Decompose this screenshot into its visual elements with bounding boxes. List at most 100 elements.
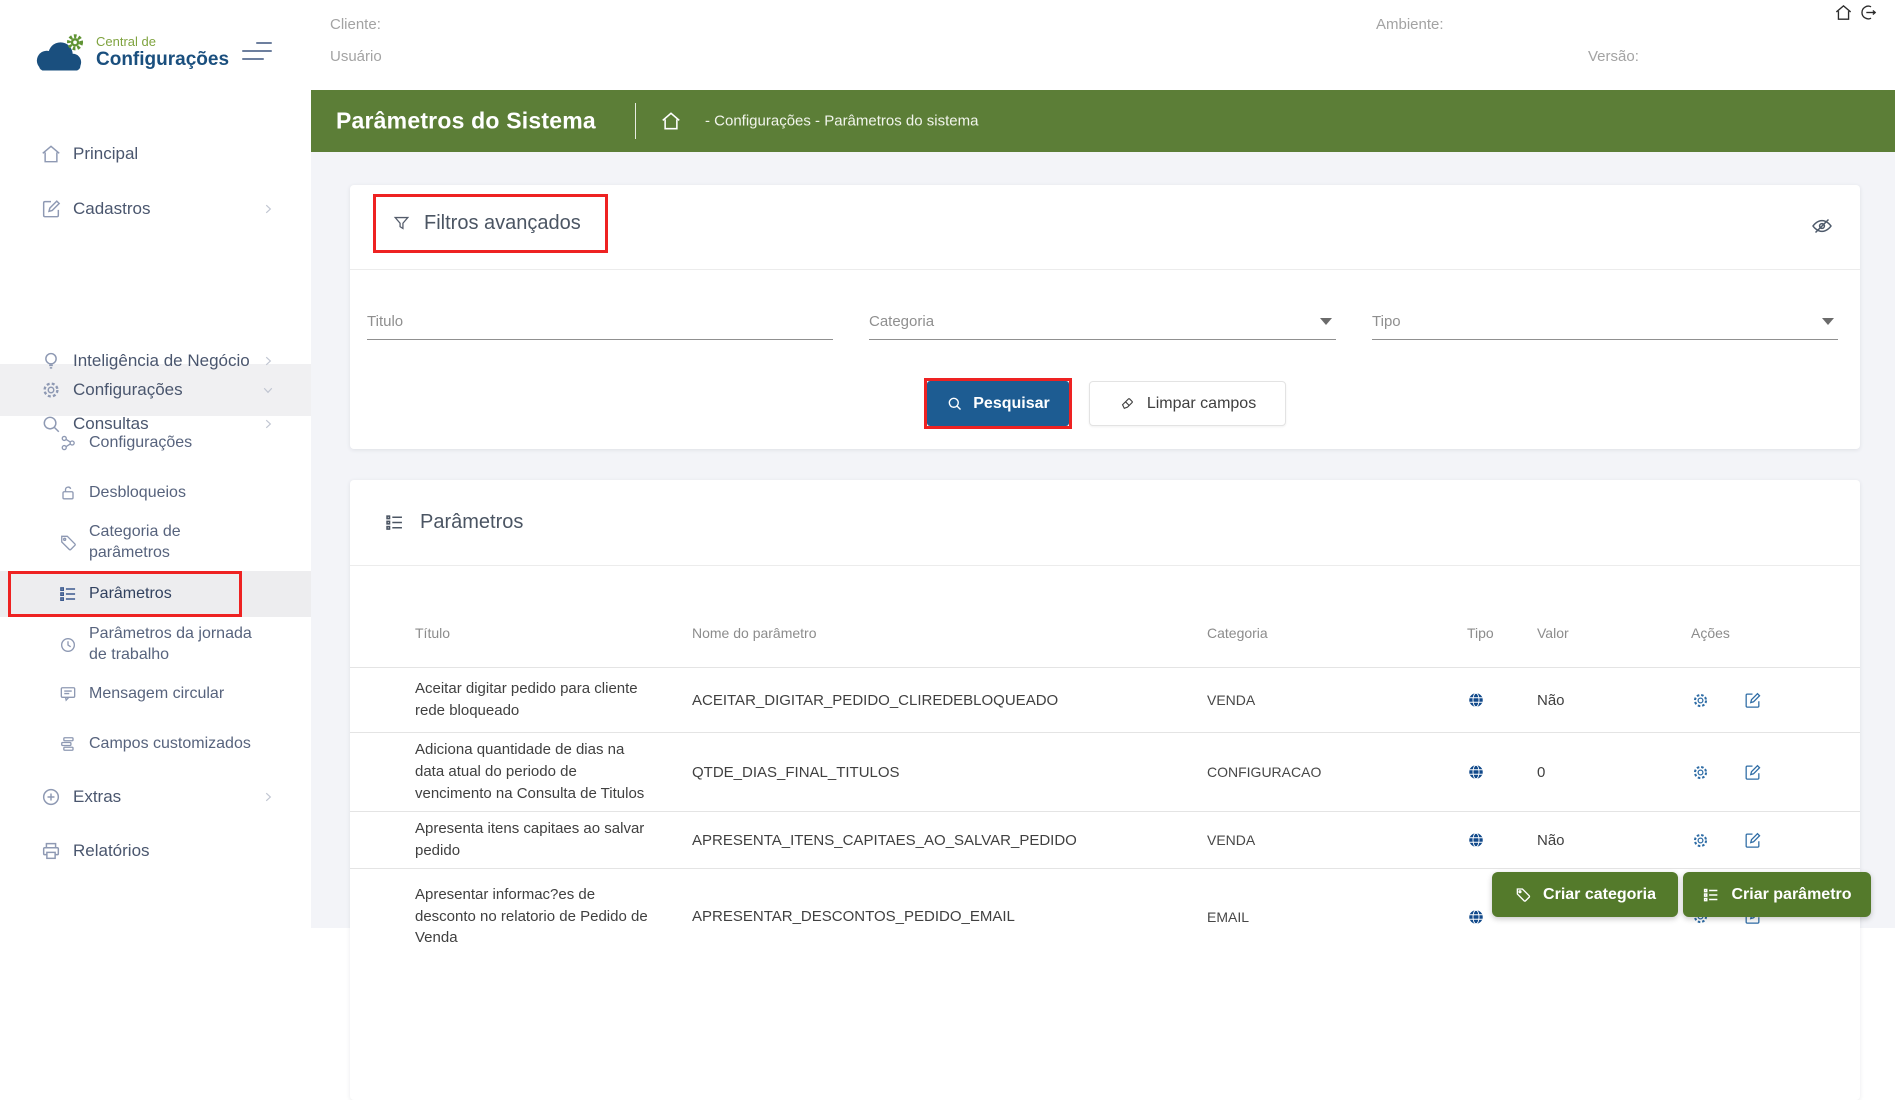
cell-titulo: Aceitar digitar pedido para cliente rede… [415, 678, 692, 722]
gear-icon [40, 379, 62, 401]
list-icon [1702, 886, 1720, 904]
cell-valor: Não [1537, 832, 1691, 849]
filters-title: Filtros avançados [424, 212, 581, 235]
message-icon [58, 684, 78, 704]
col-tipo: Tipo [1467, 625, 1537, 641]
filters-panel: Filtros avançados Categoria Tipo Pesquis… [350, 185, 1860, 449]
sidebar-item-label: Campos customizados [89, 734, 267, 755]
table-header-row: Título Nome do parâmetro Categoria Tipo … [350, 566, 1860, 667]
col-nome: Nome do parâmetro [692, 625, 1207, 641]
eraser-icon [1119, 395, 1136, 412]
sidebar-item-label: Cadastros [73, 198, 251, 220]
cliente-label: Cliente: [330, 16, 381, 33]
col-titulo: Título [415, 625, 692, 641]
globe-icon [1467, 763, 1485, 781]
logo-line2: Configurações [96, 49, 229, 71]
categoria-select-label: Categoria [869, 313, 934, 330]
categoria-select[interactable]: Categoria [869, 288, 1336, 340]
list-icon [58, 584, 78, 604]
pesquisar-button[interactable]: Pesquisar [927, 381, 1069, 426]
sidebar-item-configuracoes[interactable]: Configurações [0, 364, 311, 416]
parameters-title: Parâmetros [420, 511, 523, 534]
dropdown-arrow-icon [1320, 318, 1332, 325]
versao-label: Versão: [1588, 48, 1639, 65]
sidebar-item-label: Configurações [89, 433, 267, 454]
table-row: Aceitar digitar pedido para cliente rede… [350, 667, 1860, 732]
col-categoria: Categoria [1207, 625, 1467, 641]
sidebar-subitem-mensagem-circular[interactable]: Mensagem circular [0, 676, 311, 712]
tag-icon [1514, 886, 1532, 904]
annotation-box-pesquisar: Pesquisar [924, 378, 1072, 429]
cell-valor: 0 [1537, 764, 1691, 781]
chevron-right-icon [261, 790, 275, 804]
gear-icon[interactable] [1691, 831, 1710, 850]
sidebar-subitem-configuracoes[interactable]: Configurações [0, 425, 311, 461]
clock-icon [58, 635, 78, 655]
search-icon [946, 395, 963, 412]
edit-icon[interactable] [1743, 763, 1762, 782]
edit-icon[interactable] [1743, 831, 1762, 850]
sidebar-item-label: Relatórios [73, 840, 251, 862]
page-header-bar: Parâmetros do Sistema - Configurações - … [311, 90, 1895, 152]
tipo-select-label: Tipo [1372, 313, 1401, 330]
unlock-icon [58, 483, 78, 503]
sidebar-item-label: Categoria de parâmetros [89, 522, 241, 564]
cell-valor: Não [1537, 692, 1691, 709]
parameters-panel: Parâmetros Título Nome do parâmetro Cate… [350, 480, 1860, 1100]
cell-categoria: VENDA [1207, 692, 1467, 708]
cell-nome: ACEITAR_DIGITAR_PEDIDO_CLIREDEBLOQUEADO [692, 692, 1207, 709]
gear-icon[interactable] [1691, 691, 1710, 710]
sidebar-subitem-categoria-de-parametros[interactable]: Categoria de parâmetros [0, 517, 311, 569]
col-acoes: Ações [1691, 625, 1860, 641]
limpar-campos-button[interactable]: Limpar campos [1089, 381, 1286, 426]
annotation-box-filtros: Filtros avançados [373, 194, 608, 253]
edit-icon[interactable] [1743, 691, 1762, 710]
sidebar-subitem-campos-customizados[interactable]: Campos customizados [0, 726, 311, 762]
header-divider [635, 103, 636, 139]
sidebar-item-extras[interactable]: Extras [0, 779, 311, 815]
sidebar-item-label: Principal [73, 143, 251, 165]
home-icon[interactable] [1834, 3, 1853, 22]
sidebar-item-relatorios[interactable]: Relatórios [0, 833, 311, 869]
cell-titulo: Adiciona quantidade de dias na data atua… [415, 739, 692, 804]
tipo-select[interactable]: Tipo [1372, 288, 1838, 340]
cell-nome: QTDE_DIAS_FINAL_TITULOS [692, 764, 1207, 781]
sidebar-item-cadastros[interactable]: Cadastros [0, 191, 311, 227]
sidebar-subitem-parametros[interactable]: Parâmetros [0, 571, 311, 617]
globe-icon [1467, 908, 1485, 926]
layers-icon [58, 734, 78, 754]
top-bar: Central de Configurações Cliente: Usuári… [0, 0, 1895, 90]
edit-square-icon [40, 198, 62, 220]
sidebar-item-label: Parâmetros da jornada de trabalho [89, 624, 264, 666]
usuario-label: Usuário [330, 48, 382, 65]
sidebar-item-label: Mensagem circular [89, 684, 267, 705]
sidebar-item-label: Extras [73, 786, 251, 808]
titulo-field[interactable] [367, 288, 833, 340]
globe-icon [1467, 831, 1485, 849]
cell-titulo: Apresentar informac?es de desconto no re… [415, 884, 692, 949]
criar-parametro-button[interactable]: Criar parâmetro [1683, 872, 1871, 917]
sidebar-subitem-parametros-jornada[interactable]: Parâmetros da jornada de trabalho [0, 619, 311, 671]
logout-icon[interactable] [1858, 3, 1877, 22]
sidebar-subitem-desbloqueios[interactable]: Desbloqueios [0, 475, 311, 511]
breadcrumb: - Configurações - Parâmetros do sistema [705, 113, 978, 130]
titulo-input[interactable] [367, 313, 833, 330]
main-content: Filtros avançados Categoria Tipo Pesquis… [311, 152, 1895, 928]
cloud-gear-logo-icon [30, 30, 88, 76]
sidebar-item-label: Configurações [73, 379, 251, 401]
sidebar-item-principal[interactable]: Principal [0, 136, 311, 172]
criar-categoria-button[interactable]: Criar categoria [1492, 872, 1678, 917]
sidebar-item-label: Parâmetros [89, 584, 267, 605]
menu-toggle-icon[interactable] [242, 42, 272, 64]
page-title: Parâmetros do Sistema [336, 108, 596, 135]
parameters-header: Parâmetros [350, 480, 1860, 566]
gear-icon[interactable] [1691, 763, 1710, 782]
hide-filters-eye-slash-icon[interactable] [1810, 214, 1834, 238]
cell-titulo: Apresenta itens capitaes ao salvar pedid… [415, 818, 692, 862]
app-logo: Central de Configurações [30, 30, 229, 76]
printer-icon [40, 840, 62, 862]
breadcrumb-home-icon[interactable] [660, 110, 682, 132]
cell-categoria: CONFIGURACAO [1207, 764, 1467, 780]
list-icon [384, 512, 405, 533]
cell-categoria: VENDA [1207, 832, 1467, 848]
